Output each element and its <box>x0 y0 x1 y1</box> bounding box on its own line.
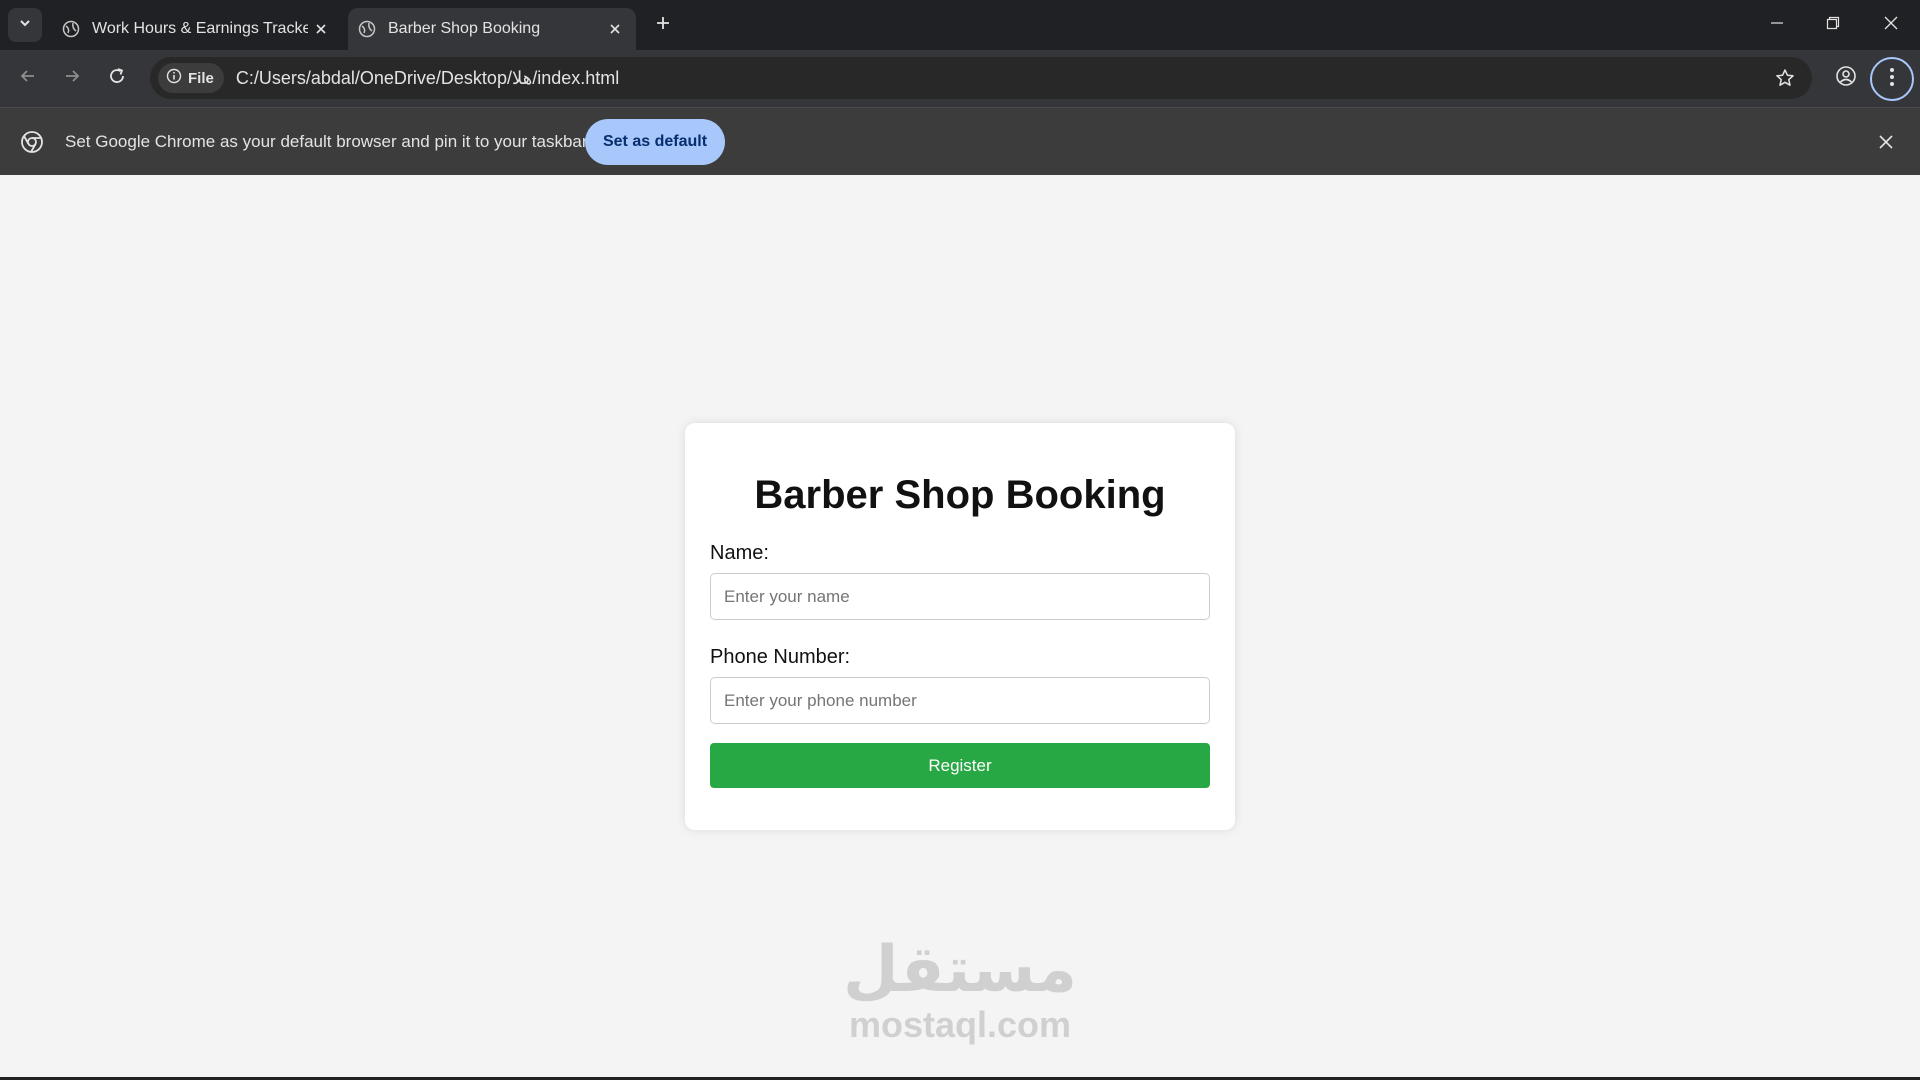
arrow-right-icon <box>63 67 81 90</box>
tab-work-hours[interactable]: Work Hours & Earnings Tracker <box>52 8 342 50</box>
name-input[interactable] <box>710 573 1210 620</box>
site-info-chip[interactable]: File <box>158 63 224 93</box>
restore-button[interactable] <box>1810 8 1856 42</box>
page-viewport: Barber Shop Booking Name: Phone Number: … <box>0 175 1920 1080</box>
globe-icon <box>62 20 80 38</box>
tab-strip: Work Hours & Earnings Tracker Barber Sho… <box>0 0 1920 50</box>
chevron-down-icon <box>18 16 32 35</box>
tab-title: Work Hours & Earnings Tracker <box>92 20 308 37</box>
account-circle-icon <box>1835 65 1857 92</box>
tab-search-button[interactable] <box>8 8 42 42</box>
chrome-logo-icon <box>20 130 44 154</box>
page-title: Barber Shop Booking <box>754 473 1166 517</box>
profile-button[interactable] <box>1828 60 1864 96</box>
globe-icon <box>358 20 376 38</box>
register-button[interactable]: Register <box>710 743 1210 788</box>
phone-input[interactable] <box>710 677 1210 724</box>
info-icon <box>166 68 182 88</box>
watermark-logo: مستقل <box>842 933 1078 1007</box>
name-label: Name: <box>710 542 769 564</box>
phone-label: Phone Number: <box>710 646 851 668</box>
close-icon[interactable] <box>1872 128 1900 156</box>
chrome-menu-button[interactable] <box>1870 57 1914 101</box>
url-text[interactable]: C:/Users/abdal/OneDrive/Desktop/هلا/inde… <box>236 68 619 89</box>
address-bar[interactable]: File C:/Users/abdal/OneDrive/Desktop/هلا… <box>150 57 1812 99</box>
new-tab-button[interactable] <box>650 12 676 38</box>
close-window-button[interactable] <box>1868 8 1914 42</box>
watermark: مستقل mostaql.com <box>840 935 1080 1045</box>
reload-button[interactable] <box>99 60 135 96</box>
restore-icon <box>1826 16 1840 35</box>
plus-icon <box>655 15 671 36</box>
watermark-url: mostaql.com <box>848 1004 1072 1045</box>
default-browser-infobar: Set Google Chrome as your default browse… <box>0 107 1920 175</box>
set-as-default-button[interactable]: Set as default <box>585 119 725 165</box>
more-vertical-icon <box>1889 67 1895 92</box>
close-icon <box>1884 16 1898 35</box>
arrow-left-icon <box>19 67 37 90</box>
booking-card: Barber Shop Booking Name: Phone Number: … <box>685 423 1235 830</box>
minimize-icon <box>1770 16 1784 35</box>
browser-toolbar: File C:/Users/abdal/OneDrive/Desktop/هلا… <box>0 50 1920 107</box>
minimize-button[interactable] <box>1754 8 1800 42</box>
bookmark-star-icon[interactable] <box>1772 65 1798 91</box>
site-info-label: File <box>188 69 214 87</box>
reload-icon <box>108 67 126 90</box>
close-tab-icon[interactable] <box>308 16 334 42</box>
back-button[interactable] <box>10 60 46 96</box>
tab-title: Barber Shop Booking <box>388 20 541 37</box>
close-tab-icon[interactable] <box>602 16 628 42</box>
tab-barber-shop[interactable]: Barber Shop Booking <box>348 8 636 50</box>
forward-button[interactable] <box>54 60 90 96</box>
infobar-message: Set Google Chrome as your default browse… <box>65 132 588 151</box>
